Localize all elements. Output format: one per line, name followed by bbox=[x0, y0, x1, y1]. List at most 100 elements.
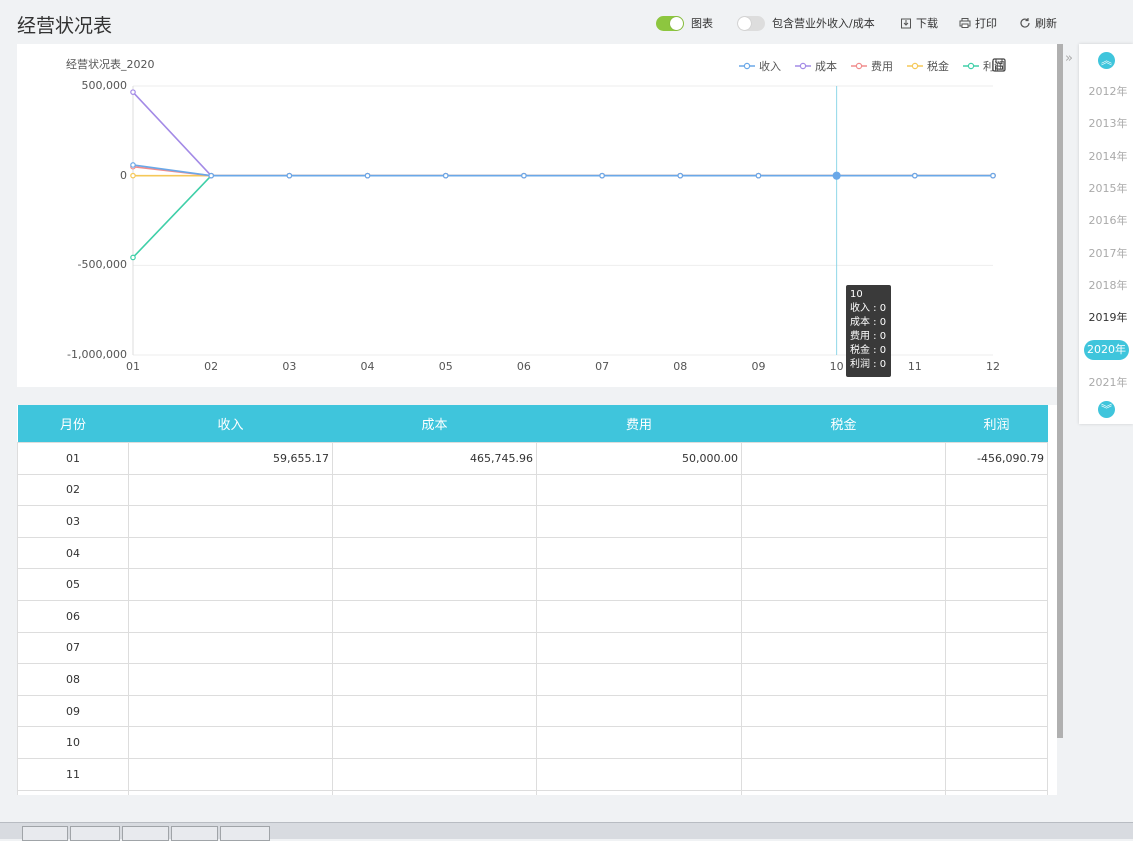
download-label: 下载 bbox=[916, 17, 938, 30]
refresh-button[interactable]: 刷新 bbox=[1019, 14, 1057, 32]
include-nonoperating-toggle[interactable]: 包含营业外收入/成本 bbox=[737, 14, 875, 32]
cell-value bbox=[128, 536, 333, 570]
taskbar-app-button[interactable] bbox=[122, 826, 169, 841]
x-tick-label: 03 bbox=[282, 360, 297, 373]
chart-tooltip: 10 收入 : 0 成本 : 0 费用 : 0 税金 : 0 利润 : 0 bbox=[846, 285, 891, 377]
year-selector: ︽ 2012年 2013年 2014年 2015年 2016年 2017年 2018年 201… bbox=[1079, 44, 1133, 424]
year-item[interactable]: 2013年 bbox=[1085, 114, 1131, 134]
cell-value bbox=[128, 568, 333, 601]
cell-value bbox=[332, 726, 537, 759]
chart-toggle[interactable]: 图表 bbox=[656, 14, 713, 32]
taskbar-app-button[interactable] bbox=[22, 826, 68, 841]
chart-toggle-label: 图表 bbox=[691, 17, 713, 30]
cell-value bbox=[741, 505, 946, 538]
x-tick-label: 11 bbox=[907, 360, 922, 373]
cell-value bbox=[536, 473, 742, 507]
cell-value bbox=[741, 757, 946, 791]
chart-plot[interactable] bbox=[17, 44, 1057, 387]
year-item[interactable]: 2016年 bbox=[1085, 211, 1131, 231]
cell-value bbox=[741, 599, 946, 633]
y-tick-label: 500,000 bbox=[81, 79, 128, 92]
cell-value bbox=[945, 694, 1048, 728]
data-point[interactable] bbox=[130, 162, 136, 168]
data-point[interactable] bbox=[990, 172, 996, 179]
chevron-up-circle-icon[interactable]: ︽ bbox=[1098, 52, 1115, 69]
series-line-费用 bbox=[132, 165, 993, 177]
cell-value bbox=[741, 568, 946, 601]
cell-value bbox=[332, 473, 537, 507]
data-point[interactable] bbox=[286, 172, 293, 179]
table-row: 12 bbox=[17, 789, 1048, 795]
data-point[interactable] bbox=[130, 89, 136, 95]
cell-value: 50,000.00 bbox=[536, 442, 742, 475]
data-point[interactable] bbox=[521, 172, 527, 179]
cell-month: 11 bbox=[17, 757, 129, 791]
data-point[interactable] bbox=[208, 172, 214, 179]
year-item[interactable]: 2014年 bbox=[1085, 147, 1131, 167]
year-item[interactable]: 2021年 bbox=[1085, 373, 1131, 393]
year-item[interactable]: 2015年 bbox=[1085, 179, 1131, 199]
cell-month: 05 bbox=[17, 568, 129, 601]
cell-value bbox=[128, 505, 333, 538]
chart-toggle-switch[interactable] bbox=[656, 15, 684, 31]
cell-value bbox=[945, 757, 1048, 791]
cell-value bbox=[945, 473, 1048, 507]
cell-value bbox=[536, 599, 742, 633]
taskbar-app-button[interactable] bbox=[171, 826, 218, 841]
data-point[interactable] bbox=[677, 172, 684, 179]
data-point[interactable] bbox=[912, 172, 918, 179]
cell-value bbox=[128, 599, 333, 633]
year-item[interactable]: 2012年 bbox=[1085, 82, 1131, 102]
include-nonoperating-switch[interactable] bbox=[737, 15, 765, 31]
x-tick-label: 05 bbox=[438, 360, 453, 373]
cell-value bbox=[945, 663, 1048, 696]
table-row: 11 bbox=[17, 757, 1048, 791]
data-point[interactable] bbox=[442, 172, 449, 179]
chart-panel: 经营状况表_2020 收入 成本 费用 税金 利润 500,000 0 -500,000 -1… bbox=[17, 44, 1057, 387]
print-icon bbox=[959, 18, 971, 28]
cell-value bbox=[741, 789, 946, 795]
data-point[interactable] bbox=[832, 171, 841, 180]
table-row: 07 bbox=[17, 631, 1048, 665]
print-label: 打印 bbox=[975, 17, 997, 30]
table-row: 06 bbox=[17, 599, 1048, 633]
chevron-down-circle-icon[interactable]: ︾ bbox=[1098, 401, 1115, 418]
header-tax: 税金 bbox=[741, 405, 946, 443]
refresh-icon bbox=[1020, 18, 1030, 28]
data-point[interactable] bbox=[130, 254, 136, 261]
cell-value: 59,655.17 bbox=[128, 442, 333, 475]
cell-value: 465,745.96 bbox=[332, 442, 537, 475]
cell-month: 01 bbox=[17, 442, 129, 475]
download-button[interactable]: 下载 bbox=[900, 14, 938, 32]
year-item[interactable]: 2018年 bbox=[1085, 276, 1131, 296]
year-item[interactable]: 2017年 bbox=[1085, 244, 1131, 264]
cell-value bbox=[741, 442, 946, 475]
tooltip-line: 费用 : 0 bbox=[850, 331, 887, 342]
cell-month: 07 bbox=[17, 631, 129, 665]
vertical-scrollbar[interactable] bbox=[1057, 44, 1063, 738]
page-title: 经营状况表 bbox=[17, 15, 113, 37]
data-point[interactable] bbox=[364, 172, 371, 179]
taskbar-app-button[interactable] bbox=[220, 826, 270, 841]
header-cost: 成本 bbox=[332, 405, 537, 443]
cell-value bbox=[945, 599, 1048, 633]
data-point[interactable] bbox=[599, 172, 605, 179]
taskbar bbox=[0, 822, 1133, 841]
cell-value bbox=[741, 726, 946, 759]
cell-value bbox=[536, 757, 742, 791]
cell-value bbox=[741, 536, 946, 570]
taskbar-app-button[interactable] bbox=[70, 826, 120, 841]
data-point[interactable] bbox=[755, 172, 762, 179]
x-tick-label: 01 bbox=[126, 360, 140, 373]
double-chevron-right-icon[interactable]: » bbox=[1065, 51, 1073, 66]
series-line-收入 bbox=[132, 164, 993, 177]
y-tick-label: 0 bbox=[120, 168, 127, 182]
cell-value bbox=[945, 568, 1048, 601]
year-item[interactable]: 2020年 bbox=[1084, 340, 1129, 361]
cell-value bbox=[741, 663, 946, 696]
year-item[interactable]: 2019年 bbox=[1085, 308, 1131, 328]
data-point[interactable] bbox=[130, 172, 136, 179]
table-row: 03 bbox=[17, 505, 1048, 538]
cell-value bbox=[128, 726, 333, 759]
print-button[interactable]: 打印 bbox=[959, 14, 997, 32]
